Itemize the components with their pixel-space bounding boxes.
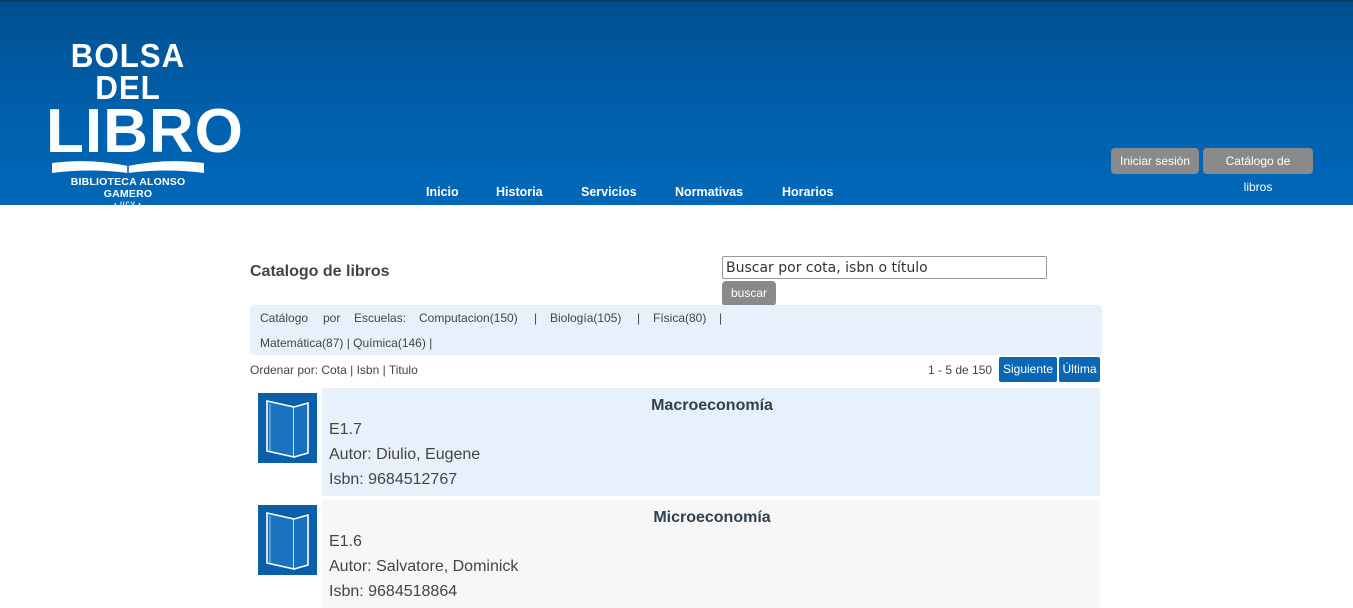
school-link-computacion[interactable]: Computacion(150) [419, 311, 518, 325]
book-isbn: Isbn: 9684512767 [329, 471, 458, 488]
logo-line-1: BOLSA DEL [70, 37, 186, 106]
sort-option-titulo[interactable]: Titulo [389, 363, 418, 377]
school-links-matematica-quimica[interactable]: Matemática(87) | Química(146) | [260, 336, 432, 350]
nav-historia[interactable]: Historia [496, 185, 543, 199]
book-isbn: Isbn: 9684518864 [329, 583, 458, 600]
school-link-biologia[interactable]: Biología(105) [550, 311, 621, 325]
search-input[interactable] [722, 256, 1047, 279]
separator: | [534, 311, 538, 325]
next-page-button[interactable]: Siguiente [999, 357, 1057, 382]
schools-label-word: Catálogo [260, 311, 309, 325]
book-thumb-cell [252, 388, 322, 496]
book-title[interactable]: Macroeconomía [324, 397, 1100, 415]
book-author: Autor: Salvatore, Dominick [329, 558, 519, 575]
sort-bar: Ordenar por: Cota | Isbn | Titulo [250, 363, 418, 377]
last-page-button[interactable]: Última [1059, 357, 1100, 382]
book-list-item[interactable]: Macroeconomía E1.7 Autor: Diulio, Eugene… [252, 388, 1100, 496]
schools-label-word: por [323, 311, 341, 325]
pagination-info: 1 - 5 de 150 [928, 363, 993, 377]
catalog-button[interactable]: Catálogo de libros [1203, 148, 1313, 194]
main-nav: Inicio Historia Servicios Normativas Hor… [0, 185, 1353, 203]
site-header: BOLSA DEL LIBRO BIBLIOTECA ALONSO GAMERO… [0, 0, 1353, 208]
book-cota: E1.7 [329, 421, 362, 438]
sort-option-cota[interactable]: Cota [321, 363, 346, 377]
nav-horarios[interactable]: Horarios [782, 185, 833, 199]
book-list-item[interactable]: Microeconomía E1.6 Autor: Salvatore, Dom… [252, 500, 1100, 608]
separator: | [637, 311, 641, 325]
book-thumb-cell [252, 500, 322, 608]
schools-label-word: Escuelas: [354, 311, 407, 325]
book-cota: E1.6 [329, 533, 362, 550]
book-title[interactable]: Microeconomía [324, 509, 1100, 527]
nav-inicio[interactable]: Inicio [426, 185, 459, 199]
logo-line-2: LIBRO [46, 97, 244, 166]
school-link-fisica[interactable]: Física(80) [653, 311, 706, 325]
search-button[interactable]: buscar [722, 281, 776, 306]
separator: | [719, 311, 723, 325]
book-cover-icon [258, 393, 317, 463]
book-cover-icon [258, 505, 317, 575]
separator: | [350, 363, 354, 377]
page-title: Catalogo de libros [250, 263, 390, 280]
book-author: Autor: Diulio, Eugene [329, 446, 481, 463]
site-logo[interactable]: BOLSA DEL LIBRO BIBLIOTECA ALONSO GAMERO… [46, 37, 244, 208]
login-button[interactable]: Iniciar sesión [1111, 148, 1199, 174]
sort-option-isbn[interactable]: Isbn [357, 363, 380, 377]
nav-servicios[interactable]: Servicios [581, 185, 637, 199]
schools-filter: Catálogo por Escuelas: Computacion(150) … [250, 305, 1102, 355]
nav-normativas[interactable]: Normativas [675, 185, 743, 199]
sort-label: Ordenar por: [250, 363, 319, 377]
separator: | [382, 363, 386, 377]
